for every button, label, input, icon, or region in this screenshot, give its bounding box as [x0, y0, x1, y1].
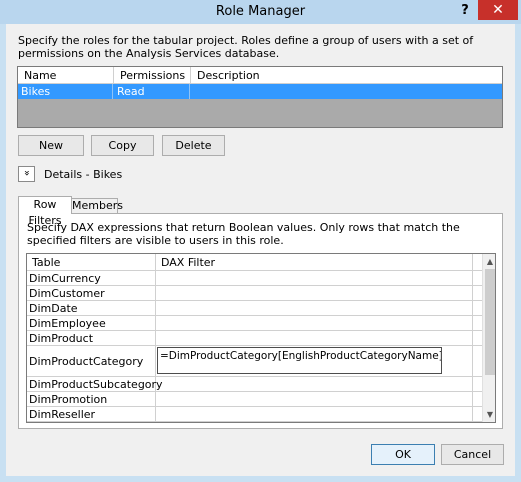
table-row[interactable]: DimReseller [27, 407, 482, 422]
dax-filter-cell[interactable] [156, 377, 473, 392]
cancel-button[interactable]: Cancel [441, 444, 504, 465]
dax-filter-cell[interactable] [156, 407, 473, 422]
chevron-double-down-icon: » [21, 169, 33, 177]
dax-filter-cell[interactable] [156, 271, 473, 286]
help-button[interactable]: ? [452, 1, 478, 21]
scroll-down-arrow-icon[interactable]: ▼ [483, 407, 495, 422]
dax-filter-cell[interactable] [156, 286, 473, 301]
column-header-name[interactable]: Name [18, 67, 113, 84]
delete-button[interactable]: Delete [162, 135, 225, 156]
column-header-table[interactable]: Table [27, 254, 156, 271]
table-name-cell: DimPromotion [27, 392, 156, 407]
column-header-permissions[interactable]: Permissions [114, 67, 190, 84]
row-filters-description: Specify DAX expressions that return Bool… [27, 221, 460, 247]
window-title: Role Manager [215, 4, 306, 19]
table-name-cell: DimProductCategory [27, 346, 156, 377]
roles-grid-header: Name Permissions Description [18, 67, 502, 84]
ok-button[interactable]: OK [371, 444, 435, 465]
role-permissions-cell[interactable]: Read [114, 84, 190, 99]
dax-filter-cell[interactable]: =DimProductCategory[EnglishProductCatego… [156, 346, 473, 377]
table-name-cell: DimDate [27, 301, 156, 316]
table-row[interactable]: DimProductCategory =DimProductCategory[E… [27, 346, 482, 377]
new-button[interactable]: New [18, 135, 84, 156]
dax-filter-cell[interactable] [156, 301, 473, 316]
table-name-cell: DimProduct [27, 331, 156, 346]
intro-text: Specify the roles for the tabular projec… [18, 34, 474, 60]
table-name-cell: DimCustomer [27, 286, 156, 301]
dax-filter-cell[interactable] [156, 331, 473, 346]
role-name-cell[interactable]: Bikes [18, 84, 113, 99]
scrollbar-thumb[interactable] [485, 269, 495, 375]
roles-grid[interactable]: Name Permissions Description Bikes Read [17, 66, 503, 128]
vertical-scrollbar[interactable]: ▲ ▼ [482, 254, 495, 422]
dax-filter-edit-input[interactable]: =DimProductCategory[EnglishProductCatego… [157, 347, 442, 374]
details-label: Details - Bikes [44, 168, 123, 181]
dax-filter-cell[interactable] [156, 392, 473, 407]
table-name-cell: DimProductSubcategory [27, 377, 163, 392]
table-row[interactable]: DimPromotion [27, 392, 482, 407]
tab-members[interactable]: Members [71, 198, 123, 214]
column-header-description[interactable]: Description [191, 67, 502, 84]
table-name-cell: DimCurrency [27, 271, 156, 286]
row-filters-header: Table DAX Filter [27, 254, 482, 271]
table-row[interactable]: DimCurrency [27, 271, 482, 286]
table-name-cell: DimReseller [27, 407, 156, 422]
table-row[interactable]: Bikes Read [18, 84, 502, 99]
details-expander-button[interactable]: » [18, 166, 35, 182]
table-row[interactable]: DimDate [27, 301, 482, 316]
table-row[interactable]: DimProductSubcategory [27, 377, 482, 392]
scroll-up-arrow-icon[interactable]: ▲ [483, 254, 495, 269]
row-filters-grid[interactable]: Table DAX Filter DimCurrency DimCustomer… [26, 253, 496, 423]
table-row[interactable]: DimEmployee [27, 316, 482, 331]
table-name-cell: DimEmployee [27, 316, 156, 331]
copy-button[interactable]: Copy [91, 135, 154, 156]
row-filters-panel: Specify DAX expressions that return Bool… [18, 213, 503, 429]
table-row[interactable]: DimProduct [27, 331, 482, 346]
close-button[interactable]: ✕ [478, 0, 518, 20]
role-description-cell[interactable] [191, 84, 502, 99]
column-header-dax-filter[interactable]: DAX Filter [156, 254, 473, 271]
close-icon: ✕ [492, 2, 504, 18]
tab-row-filters[interactable]: Row Filters [18, 196, 72, 227]
dax-filter-cell[interactable] [156, 316, 473, 331]
table-row[interactable]: DimCustomer [27, 286, 482, 301]
